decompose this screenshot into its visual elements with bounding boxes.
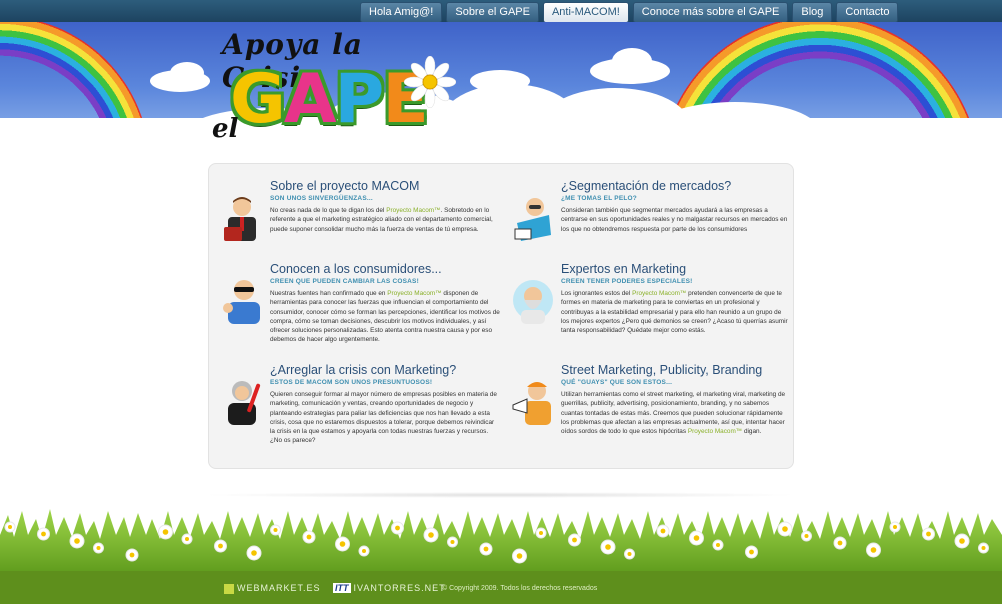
nav-anti-macom[interactable]: Anti-MACOM! [542, 2, 629, 23]
feature-title: Expertos en Marketing [561, 262, 687, 276]
daisy-center [539, 531, 543, 535]
itt-logo-icon: ITT [333, 583, 351, 593]
footer-ivantorres-logo[interactable]: ITT IVANTORRES.NET [333, 583, 446, 593]
main-nav: Hola Amig@! Sobre el GAPE Anti-MACOM! Co… [360, 2, 899, 23]
daisy-center [716, 543, 720, 547]
daisy-center [926, 531, 931, 537]
cloud [170, 62, 204, 84]
daisy-center [339, 541, 346, 547]
daisy-center [981, 546, 986, 550]
proyecto-macom-link[interactable]: Proyecto Macom™ [632, 290, 686, 297]
feature-text: Consideran también que segmentar mercado… [561, 207, 788, 233]
divider-shadow [200, 492, 800, 498]
businessman-avatar-icon [224, 197, 256, 241]
scientist-avatar-icon [514, 198, 551, 241]
nav-contacto[interactable]: Contacto [836, 2, 899, 23]
daisy-center [306, 534, 312, 540]
daisy-center [572, 537, 577, 543]
daisy-icon [404, 56, 456, 108]
daisy-center [893, 525, 897, 529]
sunglasses-guy-avatar-icon [223, 280, 260, 324]
daisy-center [450, 540, 455, 544]
daisy-center [605, 544, 611, 550]
daisy-center [74, 538, 80, 544]
feature-arreglar-crisis: ¿Arreglar la crisis con Marketing? ESTOS… [228, 363, 500, 446]
daisy-center [428, 532, 434, 538]
daisy-center [41, 531, 46, 537]
nav-conoce-gape[interactable]: Conoce más sobre el GAPE [632, 2, 789, 23]
webmarket-icon [224, 583, 234, 594]
feature-subtitle: CREEN QUE PUEDEN CAMBIAR LAS COSAS! [270, 278, 419, 285]
content-panel: Sobre el proyecto MACOM SON UNOS SINVERG… [208, 163, 794, 469]
grass-decoration [0, 509, 1002, 575]
feature-segmentacion: ¿Segmentación de mercados? ¿ME TOMAS EL … [514, 179, 791, 241]
daisy-center [395, 525, 400, 531]
daisy-center [129, 552, 135, 558]
daisy-center [749, 549, 754, 555]
daisy-center [96, 546, 101, 550]
nav-blog[interactable]: Blog [792, 2, 833, 23]
feature-expertos: Expertos en Marketing CREEN TENER PODERE… [513, 262, 791, 335]
feature-sobre-macom: Sobre el proyecto MACOM SON UNOS SINVERG… [224, 179, 500, 241]
feature-title: Conocen a los consumidores... [270, 262, 442, 276]
footer: WEBMARKET.ES ITT IVANTORRES.NET © Copyrig… [0, 571, 1002, 604]
daisy-center [870, 547, 877, 553]
daisy-center [693, 535, 700, 541]
cloud [612, 48, 652, 74]
feature-subtitle: SON UNOS SINVERGÜENZAS... [270, 195, 373, 202]
daisy-center [804, 534, 809, 538]
feature-text: Los ignorantes estos del Proyecto Macom™… [561, 290, 788, 335]
daisy-center [218, 543, 223, 549]
daisy-center [837, 540, 843, 546]
nav-hola[interactable]: Hola Amig@! [360, 2, 443, 23]
feature-subtitle: CREEN TENER PODERES ESPECIALES! [561, 278, 693, 285]
logo-prefix: el [212, 114, 239, 144]
daisy-center [362, 549, 366, 553]
grandma-avatar-icon [228, 381, 261, 425]
daisy-center [627, 552, 632, 556]
feature-title: Street Marketing, Publicity, Branding [561, 363, 763, 377]
daisy-center [185, 537, 189, 541]
daisy-center [959, 538, 965, 544]
feature-subtitle: QUÉ "GUAYS" QUE SON ESTOS... [561, 379, 673, 386]
daisy-center [8, 525, 12, 529]
header-fade [0, 118, 1002, 158]
feature-text: Quieren conseguir formar al mayor número… [270, 391, 497, 445]
site-logo[interactable]: Apoya la Crisis GAPE el [208, 28, 468, 158]
daisy-center [483, 546, 489, 552]
daisy-center [251, 550, 257, 556]
feature-title: ¿Segmentación de mercados? [561, 179, 732, 193]
guru-avatar-icon [513, 280, 553, 324]
feature-consumidores: Conocen a los consumidores... CREEN QUE … [223, 262, 500, 345]
feature-text: Utilizan herramientas como el street mar… [561, 391, 786, 436]
feature-text: No creas nada de lo que te digan los del… [270, 207, 493, 233]
proyecto-macom-link[interactable]: Proyecto Macom™ [387, 290, 441, 297]
daisy-center [162, 529, 169, 535]
proyecto-macom-link[interactable]: Proyecto Macom™ [386, 207, 440, 214]
top-nav-bar: Hola Amig@! Sobre el GAPE Anti-MACOM! Co… [0, 0, 1002, 23]
logo-gape-word: GAPE [230, 60, 429, 139]
footer-webmarket-logo[interactable]: WEBMARKET.ES [224, 583, 321, 594]
feature-subtitle: ¿ME TOMAS EL PELO? [561, 195, 637, 202]
feature-text: Nuestras fuentes han confirmado que en P… [270, 290, 500, 344]
proyecto-macom-link[interactable]: Proyecto Macom™ [688, 428, 742, 435]
feature-street-marketing: Street Marketing, Publicity, Branding QU… [512, 363, 791, 436]
footer-copyright: © Copyright 2009. Todos los derechos res… [442, 585, 598, 592]
feature-subtitle: ESTOS DE MACOM SON UNOS PRESUNTUOSOS! [270, 379, 433, 386]
daisy-center [660, 528, 666, 534]
nav-sobre-gape[interactable]: Sobre el GAPE [446, 2, 539, 23]
daisy-center [273, 528, 278, 532]
feature-title: ¿Arreglar la crisis con Marketing? [270, 363, 457, 377]
daisy-center [782, 526, 788, 532]
feature-title: Sobre el proyecto MACOM [270, 179, 420, 193]
daisy-center [516, 553, 523, 559]
megaphone-guy-avatar-icon [512, 382, 551, 425]
